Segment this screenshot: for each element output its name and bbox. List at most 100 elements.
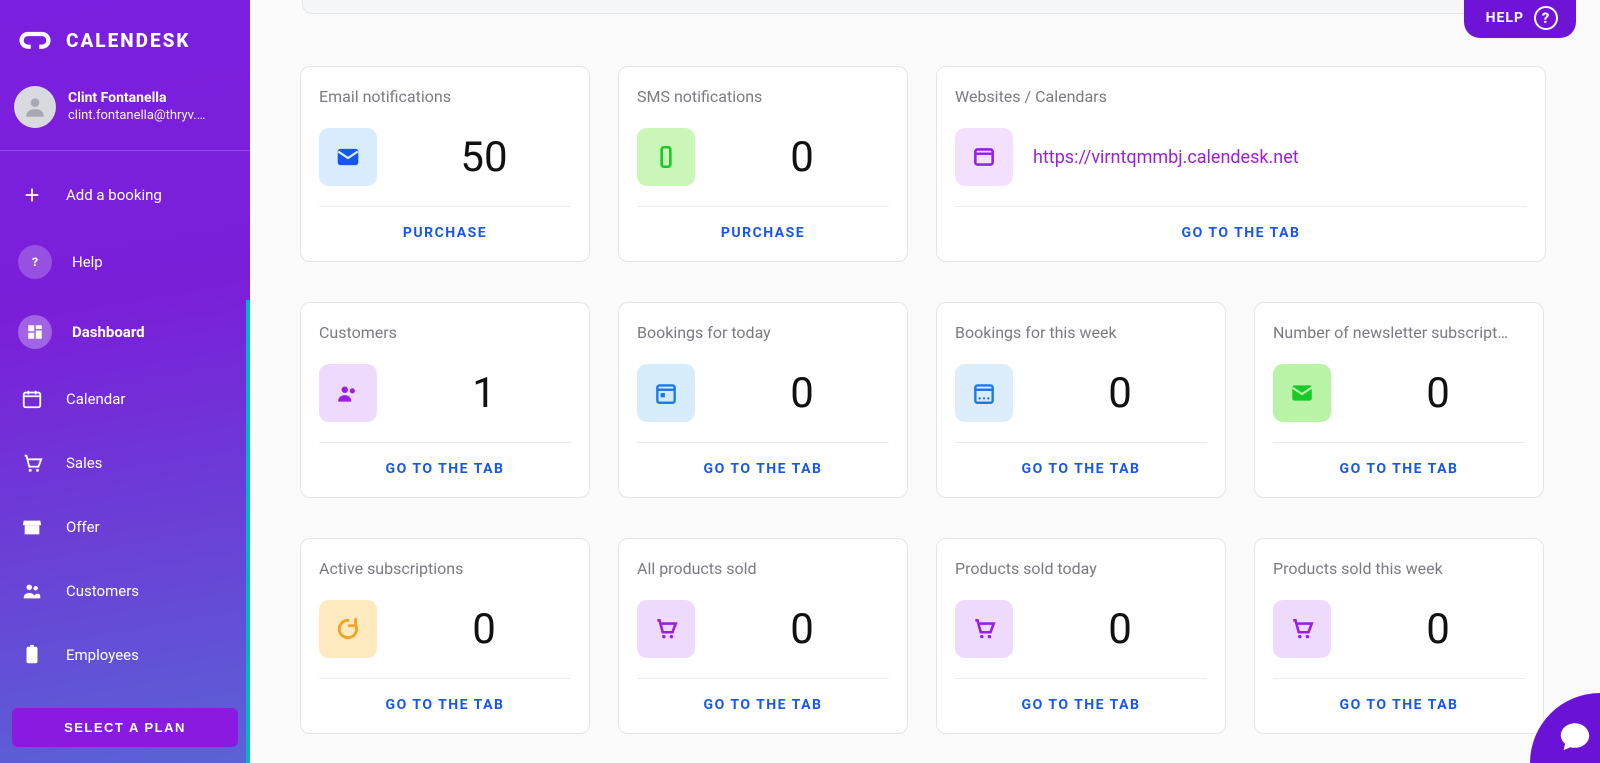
help-icon: ? (18, 245, 52, 279)
sidebar-item-offer[interactable]: Offer (0, 495, 250, 559)
brand: CALENDESK (0, 0, 250, 76)
svg-text:?: ? (32, 255, 38, 269)
card-body: https://virntqmmbj.calendesk.net (955, 106, 1527, 206)
chat-icon (1558, 719, 1592, 753)
card-websites: Websites / Calendars https://virntqmmbj.… (936, 66, 1546, 262)
purchase-button[interactable]: PURCHASE (637, 207, 889, 261)
sidebar-item-employees[interactable]: Employees (0, 623, 250, 687)
sidebar-item-label: Help (72, 253, 103, 271)
card-body: 0 (955, 342, 1207, 442)
card-value: 1 (397, 369, 571, 418)
go-to-tab-button[interactable]: GO TO THE TAB (637, 679, 889, 733)
nav: Add a booking ? Help Dashboard Calendar … (0, 159, 250, 687)
card-title: Websites / Calendars (955, 87, 1527, 106)
card-bookings-today: Bookings for today 0 GO TO THE TAB (618, 302, 908, 498)
card-value: 50 (397, 133, 571, 182)
card-title: Email notifications (319, 87, 571, 106)
user-name: Clint Fontanella (68, 90, 205, 108)
go-to-tab-button[interactable]: GO TO THE TAB (1273, 443, 1525, 497)
card-bookings-week: Bookings for this week 0 GO TO THE TAB (936, 302, 1226, 498)
people-icon (319, 364, 377, 422)
select-plan-button[interactable]: SELECT A PLAN (12, 708, 238, 747)
phone-icon (637, 128, 695, 186)
card-value: 0 (715, 369, 889, 418)
refresh-icon (319, 600, 377, 658)
card-body: 0 (1273, 578, 1525, 678)
top-banner-collapsed (302, 0, 1562, 14)
card-value: 0 (1351, 605, 1525, 654)
card-title: Bookings for this week (955, 323, 1207, 342)
go-to-tab-button[interactable]: GO TO THE TAB (319, 443, 571, 497)
help-label: HELP (1486, 10, 1524, 26)
card-title: Products sold today (955, 559, 1207, 578)
card-title: Customers (319, 323, 571, 342)
card-sms-notifications: SMS notifications 0 PURCHASE (618, 66, 908, 262)
store-icon (18, 513, 46, 541)
calendar-icon (18, 385, 46, 413)
go-to-tab-button[interactable]: GO TO THE TAB (1273, 679, 1525, 733)
go-to-tab-button[interactable]: GO TO THE TAB (955, 443, 1207, 497)
go-to-tab-button[interactable]: GO TO THE TAB (955, 679, 1207, 733)
dashboard-icon (18, 315, 52, 349)
user-email: clint.fontanella@thryv.… (68, 108, 205, 124)
divider (0, 150, 250, 151)
sidebar-item-label: Add a booking (66, 186, 162, 204)
help-icon: ? (1534, 6, 1558, 30)
people-icon (18, 577, 46, 605)
brand-name: CALENDESK (66, 29, 191, 52)
help-pill[interactable]: HELP ? (1464, 0, 1576, 38)
card-title: Number of newsletter subscript… (1273, 323, 1525, 342)
card-body: 0 (637, 342, 889, 442)
sidebar-item-label: Dashboard (72, 323, 145, 341)
card-body: 0 (319, 578, 571, 678)
sidebar-item-label: Employees (66, 646, 139, 664)
brand-logo-icon (18, 26, 52, 54)
card-body: 50 (319, 106, 571, 206)
plus-icon (18, 181, 46, 209)
user-row[interactable]: Clint Fontanella clint.fontanella@thryv.… (0, 76, 250, 146)
card-title: SMS notifications (637, 87, 889, 106)
go-to-tab-button[interactable]: GO TO THE TAB (637, 443, 889, 497)
card-products-week: Products sold this week 0 GO TO THE TAB (1254, 538, 1544, 734)
card-value: 0 (1033, 605, 1207, 654)
calendar-today-icon (637, 364, 695, 422)
sidebar-item-help[interactable]: ? Help (0, 227, 250, 297)
card-title: All products sold (637, 559, 889, 578)
sidebar-item-customers[interactable]: Customers (0, 559, 250, 623)
card-title: Active subscriptions (319, 559, 571, 578)
card-title: Products sold this week (1273, 559, 1525, 578)
sidebar-item-calendar[interactable]: Calendar (0, 367, 250, 431)
card-value: 0 (715, 605, 889, 654)
go-to-tab-button[interactable]: GO TO THE TAB (319, 679, 571, 733)
stats-row-1: Email notifications 50 PURCHASE SMS noti… (300, 66, 1564, 262)
card-body: 0 (637, 106, 889, 206)
card-body: 1 (319, 342, 571, 442)
cart-icon (637, 600, 695, 658)
user-meta: Clint Fontanella clint.fontanella@thryv.… (68, 90, 205, 124)
calendar-week-icon (955, 364, 1013, 422)
card-products-today: Products sold today 0 GO TO THE TAB (936, 538, 1226, 734)
mail-icon (1273, 364, 1331, 422)
card-value: 0 (1351, 369, 1525, 418)
go-to-tab-button[interactable]: GO TO THE TAB (955, 207, 1527, 261)
badge-icon (18, 641, 46, 669)
card-active-subscriptions: Active subscriptions 0 GO TO THE TAB (300, 538, 590, 734)
card-value: 0 (397, 605, 571, 654)
main: Email notifications 50 PURCHASE SMS noti… (250, 0, 1600, 763)
sidebar-item-sales[interactable]: Sales (0, 431, 250, 495)
cart-icon (955, 600, 1013, 658)
sidebar-item-label: Calendar (66, 390, 126, 408)
sidebar: CALENDESK Clint Fontanella clint.fontane… (0, 0, 250, 763)
avatar (14, 86, 56, 128)
sidebar-item-dashboard[interactable]: Dashboard (0, 297, 250, 367)
card-value: 0 (715, 133, 889, 182)
sidebar-item-label: Customers (66, 582, 139, 600)
card-newsletter: Number of newsletter subscript… 0 GO TO … (1254, 302, 1544, 498)
sidebar-item-label: Sales (66, 454, 102, 472)
card-body: 0 (637, 578, 889, 678)
sidebar-item-add-booking[interactable]: Add a booking (0, 163, 250, 227)
purchase-button[interactable]: PURCHASE (319, 207, 571, 261)
website-url-link[interactable]: https://virntqmmbj.calendesk.net (1033, 147, 1299, 168)
sidebar-item-label: Offer (66, 518, 100, 536)
card-customers: Customers 1 GO TO THE TAB (300, 302, 590, 498)
